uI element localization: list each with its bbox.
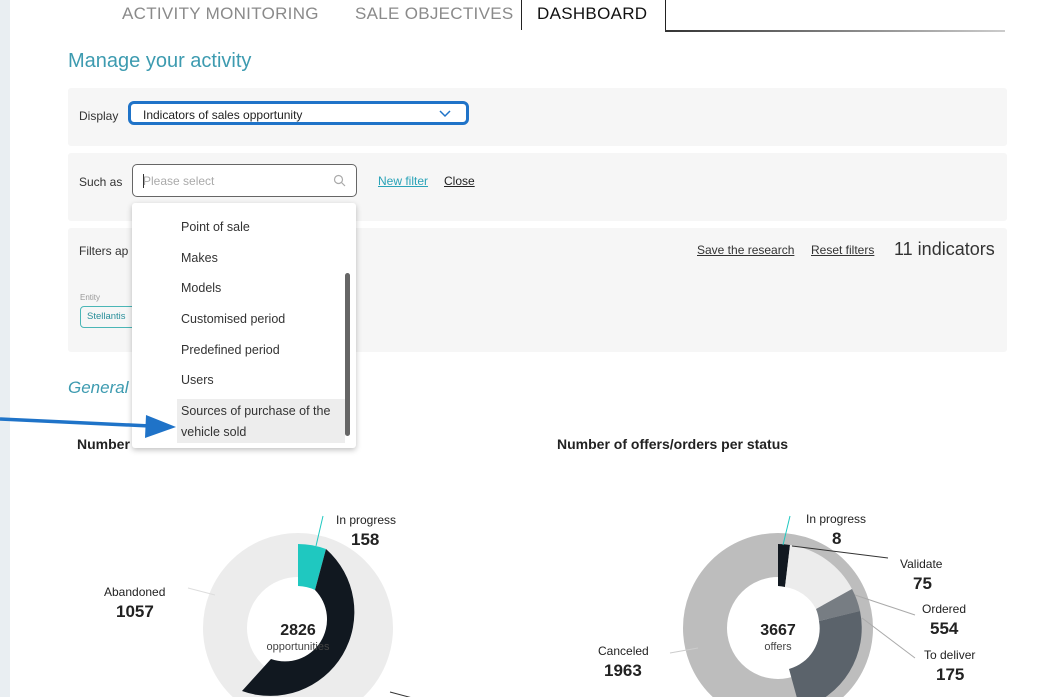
center-value: 3667 — [760, 622, 796, 639]
value-validate: 75 — [913, 574, 932, 593]
entity-tag-value: Stellantis — [87, 311, 126, 322]
new-filter-link[interactable]: New filter — [378, 174, 428, 188]
value-ordered: 554 — [930, 619, 959, 638]
center-label: offers — [764, 641, 792, 653]
display-select[interactable]: Indicators of sales opportunity — [128, 101, 469, 125]
save-research-link[interactable]: Save the research — [697, 243, 794, 257]
filter-label: Such as — [79, 175, 123, 189]
section-title: General : — [68, 378, 138, 397]
label-to-deliver: To deliver — [924, 648, 975, 662]
menu-item-users[interactable]: Users — [181, 373, 214, 387]
chart-2-title: Number of offers/orders per status — [557, 436, 789, 452]
value-abandoned: 1057 — [116, 602, 154, 621]
chevron-down-icon — [439, 110, 451, 118]
opportunities-donut-chart: In progress 158 Abandoned 1057 2826 oppo… — [104, 513, 411, 697]
search-icon — [333, 174, 346, 187]
menu-item-sources-of-purchase-line2[interactable]: vehicle sold — [181, 425, 246, 439]
entity-label: Entity — [80, 293, 101, 302]
label-ordered: Ordered — [922, 602, 966, 616]
menu-item-models[interactable]: Models — [181, 281, 221, 295]
tab-bar: ACTIVITY MONITORING SALE OBJECTIVES DASH… — [10, 0, 1057, 32]
label-in-progress: In progress — [806, 512, 866, 526]
center-label: opportunities — [267, 641, 330, 653]
value-in-progress: 8 — [832, 529, 841, 548]
tab-underline — [665, 30, 1005, 32]
menu-item-makes[interactable]: Makes — [181, 251, 218, 265]
label-validate: Validate — [900, 557, 943, 571]
reset-filters-link[interactable]: Reset filters — [811, 243, 874, 257]
indicators-count: 11 indicators — [894, 239, 995, 259]
offers-donut-chart: In progress 8 Validate 75 Ordered 554 To… — [598, 512, 975, 697]
value-to-deliver: 175 — [936, 665, 964, 684]
value-canceled: 1963 — [604, 661, 642, 680]
menu-item-point-of-sale[interactable]: Point of sale — [181, 220, 250, 234]
label-in-progress: In progress — [336, 513, 396, 527]
arrow-pointer-icon — [0, 415, 176, 438]
leader-extra — [389, 691, 411, 697]
close-link[interactable]: Close — [444, 174, 475, 188]
menu-item-sources-of-purchase[interactable]: Sources of purchase of the — [181, 404, 330, 418]
value-in-progress: 158 — [351, 530, 379, 549]
tab-sale-objectives[interactable]: SALE OBJECTIVES — [355, 4, 514, 24]
label-abandoned: Abandoned — [104, 585, 165, 599]
page: ACTIVITY MONITORING SALE OBJECTIVES DASH… — [10, 0, 1057, 697]
dropdown-scrollbar[interactable] — [345, 273, 350, 436]
center-value: 2826 — [280, 622, 316, 639]
filters-applied-label: Filters ap — [79, 244, 129, 258]
display-panel: Display Indicators of sales opportunity — [68, 88, 1007, 146]
menu-item-predefined-period[interactable]: Predefined period — [181, 343, 280, 357]
tab-dashboard[interactable]: DASHBOARD — [537, 4, 647, 24]
display-select-value: Indicators of sales opportunity — [143, 108, 303, 122]
search-placeholder: Please select — [143, 174, 215, 188]
tab-activity-monitoring[interactable]: ACTIVITY MONITORING — [122, 4, 319, 24]
filter-search-input[interactable]: Please select — [132, 164, 357, 197]
display-label: Display — [79, 109, 119, 123]
menu-item-customised-period[interactable]: Customised period — [181, 312, 285, 326]
page-title: Manage your activity — [68, 50, 252, 72]
label-canceled: Canceled — [598, 644, 649, 658]
